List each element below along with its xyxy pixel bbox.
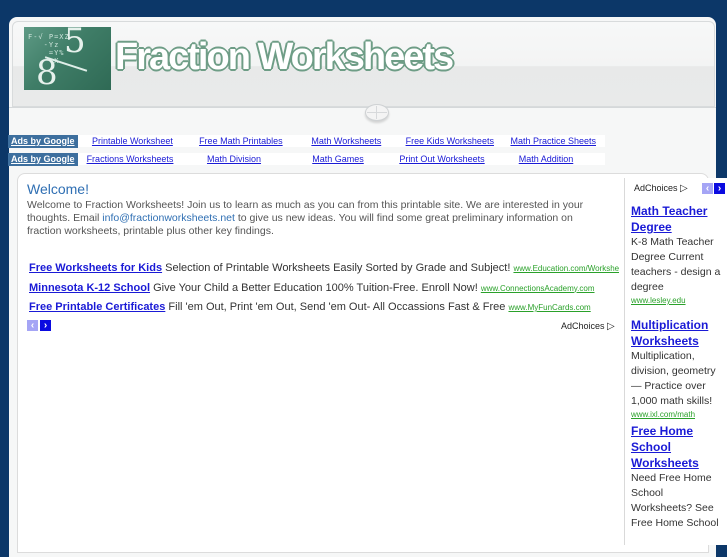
- sidebar-ad-title[interactable]: Multiplication Worksheets: [631, 317, 725, 349]
- link-unit-link[interactable]: Math Addition: [494, 154, 598, 164]
- sidebar-ad-list: Math Teacher Degree K-8 Math Teacher Deg…: [631, 203, 725, 531]
- link-unit-link[interactable]: Math Games: [286, 154, 390, 164]
- text-ad-url[interactable]: www.MyFunCards.com: [508, 303, 590, 312]
- link-unit-2: Ads by Google Fractions Worksheets Math …: [8, 152, 605, 166]
- sidebar-ad: Multiplication Worksheets Multiplication…: [631, 317, 725, 421]
- link-unit-link[interactable]: Math Division: [182, 154, 286, 164]
- link-unit-link[interactable]: Printable Worksheet: [78, 136, 187, 146]
- ad-nav-arrows: ‹ ›: [27, 320, 51, 331]
- adchoices-icon: ▷: [680, 183, 688, 194]
- sidebar-ad-url[interactable]: www.ixl.com/math: [631, 409, 725, 421]
- sidebar-ad: Math Teacher Degree K-8 Math Teacher Deg…: [631, 203, 725, 307]
- link-unit-link[interactable]: Free Math Printables: [187, 136, 294, 146]
- sidebar-ad: Free Home School Worksheets Need Free Ho…: [631, 423, 725, 531]
- welcome-text: Welcome to Fraction Worksheets! Join us …: [27, 199, 607, 238]
- text-ad-desc: Fill 'em Out, Print 'em Out, Send 'em Ou…: [168, 301, 506, 313]
- link-unit-1: Ads by Google Printable Worksheet Free M…: [8, 134, 605, 148]
- adchoices-label: AdChoices: [561, 321, 605, 331]
- sidebar-ad-title[interactable]: Free Home School Worksheets: [631, 423, 725, 471]
- welcome-title: Welcome!: [27, 181, 89, 197]
- sidebar-ad-url[interactable]: www.lesley.edu: [631, 295, 725, 307]
- chevron-right-icon[interactable]: ›: [714, 183, 725, 194]
- link-unit-link[interactable]: Free Kids Worksheets: [398, 136, 501, 146]
- sidebar-nav-arrows: ‹ ›: [702, 183, 725, 194]
- text-ad-title[interactable]: Minnesota K-12 School: [29, 282, 150, 294]
- logo-numerator: 5: [64, 27, 86, 61]
- text-ad-title[interactable]: Free Printable Certificates: [29, 301, 165, 313]
- text-ad: Minnesota K-12 School Give Your Child a …: [29, 282, 619, 302]
- text-ad-desc: Selection of Printable Worksheets Easily…: [165, 262, 511, 274]
- ads-by-google-badge[interactable]: Ads by Google: [8, 152, 78, 166]
- email-link[interactable]: info@fractionworksheets.net: [102, 212, 235, 224]
- text-ad-list: Free Worksheets for Kids Selection of Pr…: [29, 262, 619, 321]
- logo-denominator: 8: [36, 53, 58, 90]
- link-unit-link[interactable]: Print Out Worksheets: [390, 154, 494, 164]
- text-ad-title[interactable]: Free Worksheets for Kids: [29, 262, 162, 274]
- sidebar-ad-desc: Need Free Home School Worksheets? See Fr…: [631, 472, 719, 529]
- chevron-right-icon[interactable]: ›: [40, 320, 51, 331]
- link-unit-link[interactable]: Fractions Worksheets: [78, 154, 182, 164]
- text-ad: Free Printable Certificates Fill 'em Out…: [29, 301, 619, 321]
- ads-by-google-badge[interactable]: Ads by Google: [8, 134, 78, 148]
- adchoices-label: AdChoices: [634, 183, 678, 193]
- sidebar-ad-desc: K-8 Math Teacher Degree Current teachers…: [631, 236, 721, 293]
- adchoices-link[interactable]: AdChoices ▷: [561, 321, 615, 332]
- chevron-left-icon[interactable]: ‹: [27, 320, 38, 331]
- chevron-left-icon[interactable]: ‹: [702, 183, 713, 194]
- text-ad-desc: Give Your Child a Better Education 100% …: [153, 281, 478, 294]
- header-divider: [9, 107, 716, 108]
- link-unit-link[interactable]: Math Worksheets: [295, 136, 398, 146]
- link-unit-link[interactable]: Math Practice Sheets: [502, 136, 605, 146]
- text-ad-url[interactable]: www.Education.com/Workshee: [513, 264, 619, 273]
- text-ad: Free Worksheets for Kids Selection of Pr…: [29, 262, 619, 282]
- sidebar-ad-desc: Multiplication, division, geometry— Prac…: [631, 350, 716, 407]
- logo-image[interactable]: F-√ P=XZ -Yz =Y% -X 5 8: [24, 27, 111, 90]
- adchoices-icon: ▷: [607, 321, 615, 332]
- site-title[interactable]: Fraction Worksheets: [115, 36, 454, 79]
- sidebar-ad-title[interactable]: Math Teacher Degree: [631, 203, 725, 235]
- text-ad-url[interactable]: www.ConnectionsAcademy.com: [481, 284, 595, 293]
- sidebar-adchoices-link[interactable]: AdChoices ▷: [634, 183, 688, 194]
- header-knob-icon: [365, 104, 389, 121]
